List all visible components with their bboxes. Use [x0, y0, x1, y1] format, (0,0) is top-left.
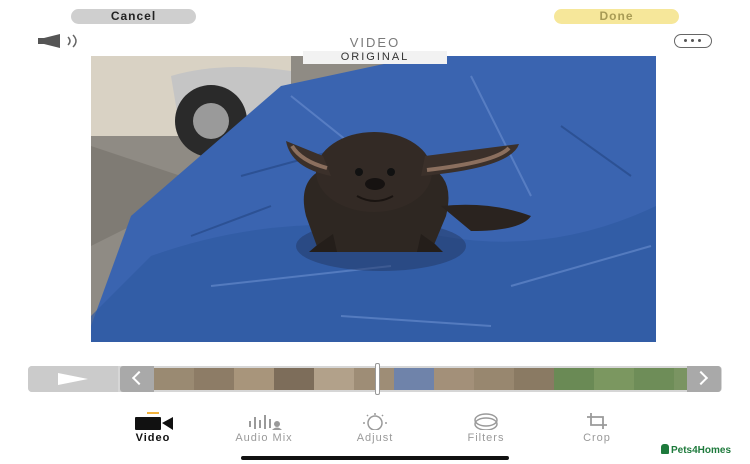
chevron-right-icon [693, 370, 709, 386]
frame-thumbnail [634, 368, 674, 390]
frame-thumbnail [594, 368, 634, 390]
filters-icon [474, 413, 498, 430]
trim-end-handle[interactable] [687, 366, 721, 392]
frame-thumbnail [274, 368, 314, 390]
tool-audio-mix[interactable]: Audio Mix [219, 412, 309, 444]
more-options-icon[interactable] [674, 34, 712, 48]
home-indicator [241, 456, 509, 460]
playhead[interactable] [375, 363, 381, 395]
chevron-left-icon [131, 370, 147, 386]
tool-label: Video [135, 432, 171, 444]
video-timeline[interactable] [28, 363, 722, 395]
frame-thumbnail [354, 368, 394, 390]
tool-label: Crop [583, 432, 611, 444]
mode-title: VIDEO [349, 35, 401, 50]
tool-label: Audio Mix [235, 432, 293, 444]
frame-thumbnail [554, 368, 594, 390]
tool-crop[interactable]: Crop [552, 412, 642, 444]
tool-adjust[interactable]: Adjust [330, 412, 420, 444]
watermark: Pets4Homes [661, 444, 731, 456]
done-button[interactable]: Done [554, 9, 679, 24]
watermark-text: Pets4Homes [671, 445, 732, 456]
adjust-dial-icon [363, 413, 387, 430]
cancel-button[interactable]: Cancel [71, 9, 196, 24]
original-tag: ORIGINAL [303, 51, 447, 64]
tool-filters[interactable]: Filters [441, 412, 531, 444]
frame-thumbnail [514, 368, 554, 390]
frame-thumbnail [154, 368, 194, 390]
frame-thumbnail [674, 368, 687, 390]
video-camera-icon [135, 417, 173, 430]
dog-on-tarp-image [91, 56, 656, 342]
frame-thumbnail [434, 368, 474, 390]
trim-start-handle[interactable] [120, 366, 154, 392]
video-preview[interactable] [91, 56, 656, 342]
paw-icon [661, 444, 669, 454]
frame-thumbnail [194, 368, 234, 390]
audio-waveform-icon [249, 415, 282, 430]
tool-label: Filters [467, 432, 505, 444]
play-button[interactable] [28, 366, 118, 392]
frame-thumbnail [234, 368, 274, 390]
frame-thumbnail [394, 368, 434, 390]
frame-thumbnail [474, 368, 514, 390]
play-icon [58, 373, 88, 385]
frame-thumbnail [314, 368, 354, 390]
frame-strip[interactable] [154, 366, 687, 392]
tool-video[interactable]: Video [108, 412, 198, 444]
crop-icon [587, 413, 607, 429]
tool-label: Adjust [356, 432, 394, 444]
